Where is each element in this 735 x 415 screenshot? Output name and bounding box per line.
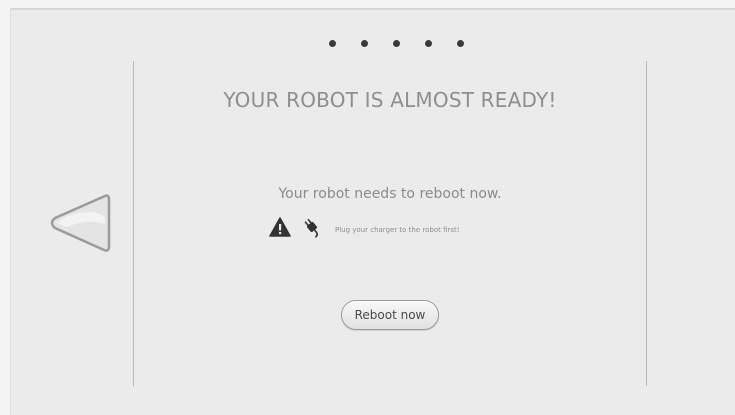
page-dot-5	[457, 40, 464, 47]
page-dot-1	[329, 40, 336, 47]
back-arrow-icon[interactable]	[47, 190, 111, 256]
charger-hint: Plug your charger to the robot first!	[335, 226, 460, 234]
plug-icon	[301, 216, 323, 238]
wizard-frame: YOUR ROBOT IS ALMOST READY! Your robot n…	[10, 8, 735, 415]
page-dot-2	[361, 40, 368, 47]
warning-row: Plug your charger to the robot first!	[269, 214, 460, 240]
page-indicator	[329, 40, 464, 47]
right-divider	[646, 61, 647, 386]
page-dot-3	[393, 40, 400, 47]
page-dot-4	[425, 40, 432, 47]
reboot-message: Your robot needs to reboot now.	[278, 186, 502, 202]
reboot-now-button[interactable]: Reboot now	[341, 300, 439, 330]
page-title: YOUR ROBOT IS ALMOST READY!	[223, 88, 557, 112]
warning-icon	[269, 217, 291, 237]
